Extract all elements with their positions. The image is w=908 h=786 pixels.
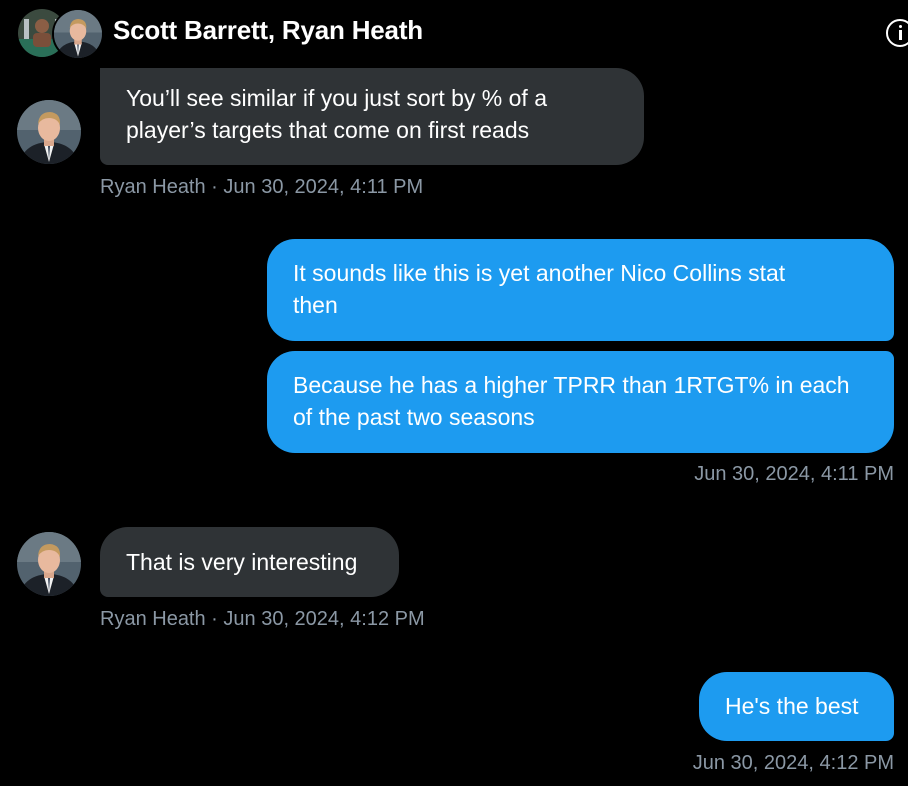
- message-bubble-outgoing: Because he has a higher TPRR than 1RTGT%…: [267, 351, 894, 453]
- avatar-ryan-heath: [52, 8, 104, 60]
- sender-avatar[interactable]: [17, 100, 81, 164]
- message-bubble-outgoing: He's the best: [699, 672, 894, 741]
- message-text-line: Because he has a higher TPRR than 1RTGT%…: [293, 372, 850, 398]
- message-text-line: of the past two seasons: [293, 404, 535, 430]
- conversation-title[interactable]: Scott Barrett, Ryan Heath: [113, 15, 423, 46]
- message-meta: Ryan Heath · Jun 30, 2024, 4:12 PM: [100, 608, 425, 630]
- message-text-line: You’ll see similar if you just sort by %…: [126, 85, 547, 111]
- message-bubble-incoming: That is very interesting: [100, 527, 399, 597]
- conversation-header: Scott Barrett, Ryan Heath: [0, 0, 908, 66]
- message-bubble-outgoing: It sounds like this is yet another Nico …: [267, 239, 894, 341]
- message-text-line: That is very interesting: [126, 549, 358, 575]
- sender-avatar[interactable]: [17, 532, 81, 596]
- message-meta: Jun 30, 2024, 4:11 PM: [694, 463, 894, 485]
- message-meta: Jun 30, 2024, 4:12 PM: [692, 752, 894, 774]
- message-text-line: He's the best: [725, 693, 859, 719]
- message-text-line: It sounds like this is yet another Nico …: [293, 260, 786, 286]
- group-avatars[interactable]: [18, 8, 104, 60]
- message-text-line: then: [293, 292, 338, 318]
- message-text-line: player’s targets that come on first read…: [126, 117, 530, 143]
- info-icon[interactable]: [886, 19, 908, 47]
- message-meta: Ryan Heath · Jun 30, 2024, 4:11 PM: [100, 176, 424, 198]
- message-bubble-incoming: You’ll see similar if you just sort by %…: [100, 68, 644, 165]
